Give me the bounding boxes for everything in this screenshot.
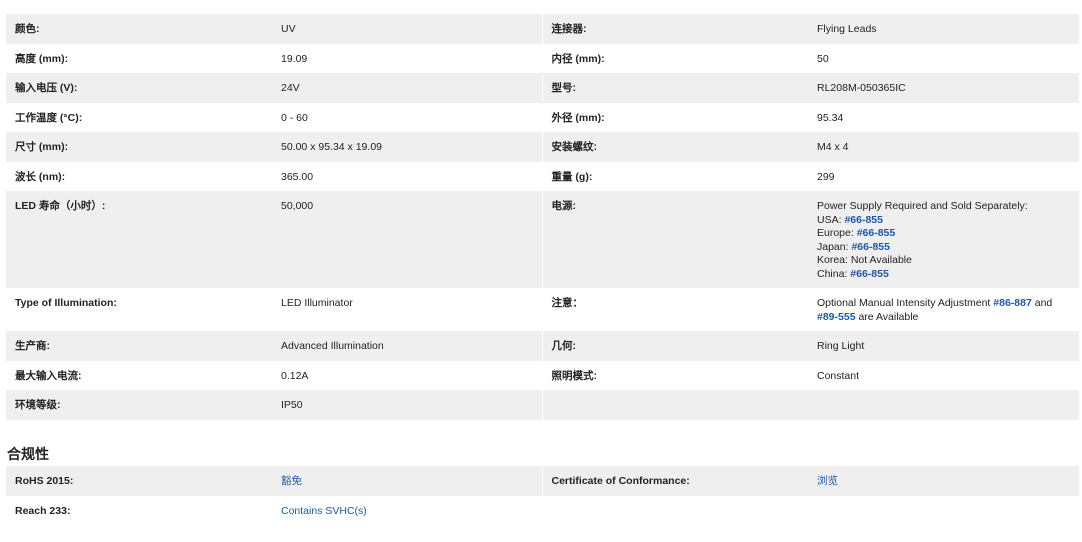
spec-label: 照明模式: (541, 361, 808, 390)
spec-label: 外径 (mm): (541, 103, 808, 132)
spec-value: RL208M-050365IC (808, 73, 1079, 103)
spec-value: 365.00 (281, 171, 314, 183)
intensity-adjustment-link-86-887[interactable]: #86-887 (993, 297, 1032, 309)
power-supply-usa: USA: #66-855 (817, 214, 1079, 228)
region-label: Japan: (817, 240, 852, 253)
spec-value: Flying Leads (808, 14, 1079, 44)
spec-value: LED Illuminator (281, 297, 353, 309)
spec-row-temperature: 工作温度 (°C): 0 - 60 外径 (mm): 95.34 (6, 103, 1079, 132)
spec-row-max-current: 最大输入电流: 0.12A 照明模式: Constant (6, 361, 1079, 390)
japan-power-supply-link[interactable]: #66-855 (851, 241, 890, 253)
power-supply-info: Power Supply Required and Sold Separatel… (808, 191, 1079, 288)
note-text: are Available (855, 310, 919, 323)
spec-value: 0.12A (281, 370, 309, 382)
spec-value: Ring Light (808, 331, 1079, 361)
spec-label: 最大输入电流: (15, 370, 82, 382)
spec-value: 19.09 (281, 53, 308, 65)
empty-cell (808, 390, 1079, 420)
spec-label: 尺寸 (mm): (6, 132, 272, 162)
spec-row-illumination-type: Type of Illumination: LED Illuminator 注意… (6, 288, 1079, 331)
spec-value: 24V (272, 73, 542, 103)
power-supply-korea: Korea: Not Available (817, 254, 912, 266)
spec-label: 注意： (541, 288, 808, 331)
spec-value: 299 (817, 171, 835, 183)
spec-value: Constant (817, 370, 860, 382)
rohs-exempt-link[interactable]: 豁免 (281, 475, 302, 487)
power-supply-europe: Europe: #66-855 (817, 227, 1079, 241)
specifications-table: 颜色: UV 连接器: Flying Leads 高度 (mm): 19.09 … (6, 14, 1079, 420)
note-text: Optional Manual Intensity Adjustment (817, 297, 994, 309)
certificate-view-link[interactable]: 浏览 (817, 475, 838, 487)
spec-value: 50 (817, 53, 829, 65)
compliance-table: RoHS 2015: 豁免 Certificate of Conformance… (6, 466, 1079, 525)
reach-label: Reach 233: (15, 505, 71, 517)
empty-cell (541, 496, 808, 525)
power-supply-japan: Japan: #66-855 (817, 241, 1079, 255)
spec-label: LED 寿命（小时）: (6, 191, 272, 288)
spec-row-dimensions: 尺寸 (mm): 50.00 x 95.34 x 19.09 安装螺纹: M4 … (6, 132, 1079, 162)
europe-power-supply-link[interactable]: #66-855 (857, 227, 896, 239)
spec-value: 95.34 (817, 112, 844, 124)
rohs-label: RoHS 2015: (6, 466, 272, 496)
region-label: China: (817, 267, 851, 280)
spec-label: 连接器: (541, 14, 808, 44)
usa-power-supply-link[interactable]: #66-855 (844, 214, 883, 226)
spec-row-led-life: LED 寿命（小时）: 50,000 电源: Power Supply Requ… (6, 191, 1079, 288)
intensity-adjustment-link-89-555[interactable]: #89-555 (817, 311, 856, 323)
rohs-value-cell: 豁免 (272, 466, 542, 496)
spec-label: 型号: (541, 73, 808, 103)
spec-row-height: 高度 (mm): 19.09 内径 (mm): 50 (6, 44, 1079, 73)
china-power-supply-link[interactable]: #66-855 (850, 268, 889, 280)
spec-label: 生产商: (6, 331, 272, 361)
reach-value-cell: Contains SVHC(s) (272, 496, 542, 525)
empty-cell (541, 390, 808, 420)
spec-value: IP50 (272, 390, 542, 420)
spec-row-color: 颜色: UV 连接器: Flying Leads (6, 14, 1079, 44)
spec-label: 几何: (541, 331, 808, 361)
spec-row-environment-rating: 环境等级: IP50 (6, 390, 1079, 420)
spec-label: 高度 (mm): (15, 53, 69, 65)
spec-value: 50.00 x 95.34 x 19.09 (272, 132, 542, 162)
power-supply-china: China: #66-855 (817, 268, 1079, 282)
spec-label: 输入电压 (V): (6, 73, 272, 103)
compliance-row-reach: Reach 233: Contains SVHC(s) (6, 496, 1079, 525)
spec-label: 电源: (541, 191, 808, 288)
spec-row-wavelength: 波长 (nm): 365.00 重量 (g): 299 (6, 162, 1079, 191)
spec-label: 环境等级: (6, 390, 272, 420)
note-text: and (1031, 297, 1053, 309)
spec-row-manufacturer: 生产商: Advanced Illumination 几何: Ring Ligh… (6, 331, 1079, 361)
spec-label: 安装螺纹: (541, 132, 808, 162)
certificate-label: Certificate of Conformance: (541, 466, 808, 496)
region-label: Europe: (817, 227, 857, 239)
spec-label: 工作温度 (°C): (15, 112, 83, 124)
spec-label: 颜色: (6, 14, 272, 44)
region-label: USA: (817, 213, 845, 226)
compliance-section-title: 合规性 (7, 446, 49, 462)
spec-value: UV (272, 14, 542, 44)
note-info: Optional Manual Intensity Adjustment #86… (808, 288, 1079, 331)
spec-value: M4 x 4 (808, 132, 1079, 162)
spec-label: 波长 (nm): (15, 171, 66, 183)
spec-label: 重量 (g): (541, 162, 808, 191)
reach-svhc-link[interactable]: Contains SVHC(s) (281, 505, 367, 517)
spec-value: 50,000 (272, 191, 542, 288)
spec-value: Advanced Illumination (272, 331, 542, 361)
spec-label: Type of Illumination: (15, 297, 117, 309)
spec-row-voltage: 输入电压 (V): 24V 型号: RL208M-050365IC (6, 73, 1079, 103)
spec-value: 0 - 60 (281, 112, 308, 124)
spec-label: 内径 (mm): (541, 44, 808, 73)
power-supply-intro: Power Supply Required and Sold Separatel… (817, 200, 1028, 212)
certificate-value-cell: 浏览 (808, 466, 1079, 496)
compliance-row-rohs: RoHS 2015: 豁免 Certificate of Conformance… (6, 466, 1079, 496)
empty-cell (808, 496, 1079, 525)
